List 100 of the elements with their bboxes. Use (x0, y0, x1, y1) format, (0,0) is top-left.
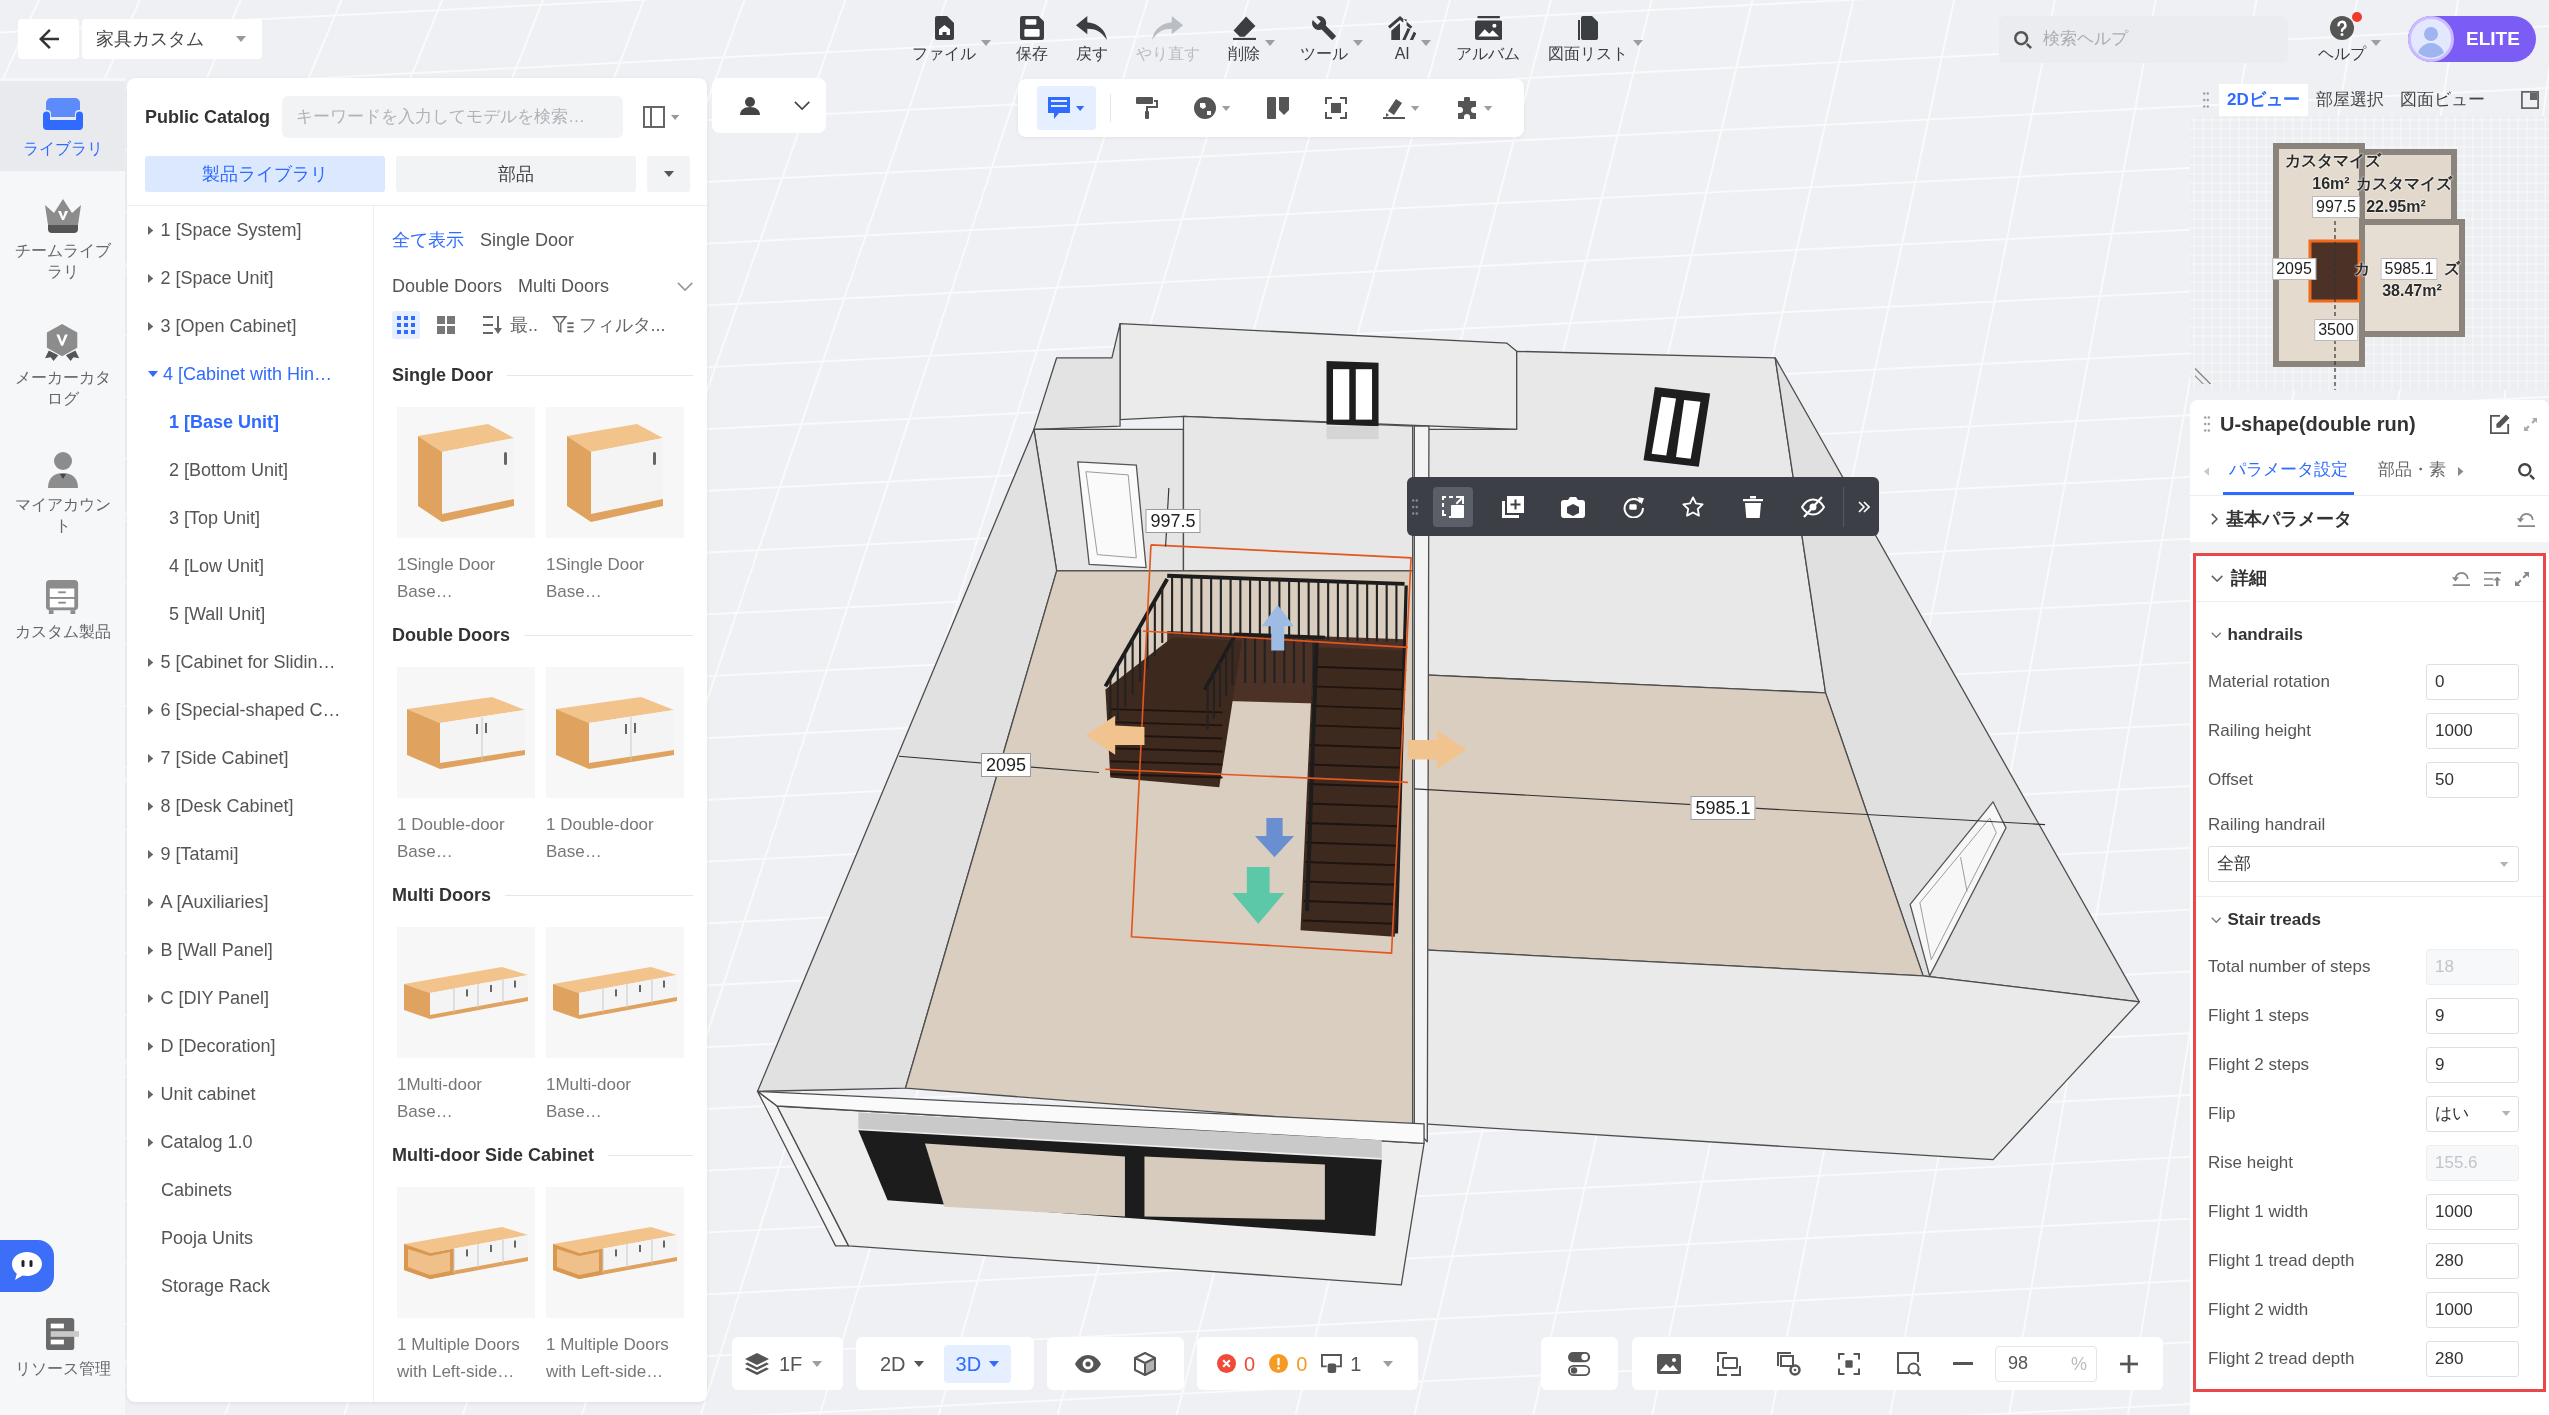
tree-item[interactable]: 1 [Space System] (127, 206, 373, 254)
tree-item[interactable]: Unit cabinet (127, 1070, 373, 1118)
input-field[interactable]: 9 (2426, 1046, 2519, 1083)
move-handle[interactable] (1255, 818, 1294, 858)
tree-item[interactable]: 5 [Wall Unit] (127, 590, 373, 638)
product-thumbnail[interactable] (397, 927, 535, 1058)
tree-item[interactable]: 8 [Desk Cabinet] (127, 782, 373, 830)
reset-button[interactable] (2450, 571, 2470, 586)
section-toggle[interactable]: 詳細 (2211, 565, 2268, 592)
input-field[interactable]: 280 (2426, 1340, 2519, 1377)
sidebar-item[interactable]: ライブラリ (0, 81, 125, 171)
input-field[interactable]: 0 (2426, 663, 2519, 700)
tab[interactable]: 部品 (396, 156, 636, 192)
input-field[interactable]: 1000 (2426, 1193, 2519, 1230)
sort-button[interactable] (2483, 571, 2501, 586)
tree-item[interactable]: 1 [Base Unit] (127, 398, 373, 446)
account-button[interactable]: ELITE (2408, 16, 2536, 62)
toolbar-button[interactable] (1433, 486, 1473, 527)
tree-item[interactable]: Catalog 1.0 (127, 1118, 373, 1166)
product-thumbnail[interactable] (397, 667, 535, 798)
edit-button[interactable] (2490, 414, 2510, 434)
toolbar-button[interactable]: 戻す (1070, 14, 1114, 64)
tree-item[interactable]: 7 [Side Cabinet] (127, 734, 373, 782)
toolbar-button[interactable]: 削除 (1222, 14, 1278, 64)
tab[interactable]: パラメータ設定 (2223, 448, 2355, 495)
tree-item[interactable]: 9 [Tatami] (127, 830, 373, 878)
view-mode-button[interactable] (392, 311, 420, 339)
toolbar-button[interactable]: ツール (1294, 14, 1366, 64)
view-mode-tab[interactable]: 3D (943, 1344, 1012, 1383)
visibility-button[interactable] (1075, 1354, 1101, 1373)
section-toggle[interactable]: 基本パラメータ (2205, 505, 2352, 533)
toolbar-button[interactable]: アルバム (1450, 14, 1527, 64)
move-handle[interactable] (1407, 730, 1467, 770)
product-thumbnail[interactable] (546, 1187, 684, 1318)
floor-selector[interactable]: 1F (732, 1337, 843, 1390)
tree-item[interactable]: 2 [Bottom Unit] (127, 446, 373, 494)
tree-item[interactable]: 4 [Low Unit] (127, 542, 373, 590)
sidebar-item[interactable]: メーカーカタログ (0, 310, 125, 425)
filter-chip[interactable]: Single Door (480, 223, 575, 257)
project-dropdown[interactable]: 家具カスタム (82, 19, 262, 59)
tree-item[interactable]: 3 [Top Unit] (127, 494, 373, 542)
product-thumbnail[interactable] (546, 667, 684, 798)
issue-button[interactable]: 1 (1321, 1348, 1362, 1379)
move-handle[interactable] (1085, 715, 1145, 755)
panel-toggle-button[interactable] (2521, 91, 2539, 109)
sidebar-item[interactable]: リソース管理 (0, 1318, 125, 1379)
tab[interactable]: 2Dビュー (2219, 84, 2308, 116)
model-view-button[interactable] (1134, 1351, 1156, 1376)
tab[interactable]: 製品ライブラリ (145, 156, 385, 192)
tree-item[interactable]: D [Decoration] (127, 1022, 373, 1070)
search-field[interactable]: 検索ヘルプ (1999, 15, 2288, 63)
layout-button[interactable] (643, 106, 680, 128)
fullscreen-button[interactable] (2515, 571, 2529, 586)
toolbar-button[interactable]: ファイル (906, 14, 994, 64)
tree-item[interactable]: 3 [Open Cabinet] (127, 302, 373, 350)
reset-button[interactable] (2515, 511, 2535, 527)
toolbar-button[interactable]: AI (1382, 14, 1435, 64)
input-field[interactable]: 9 (2426, 997, 2519, 1034)
sidebar-item[interactable]: マイアカウント (0, 437, 125, 552)
input-field[interactable]: 1000 (2426, 1291, 2519, 1328)
toolbar-button[interactable]: 保存 (1010, 14, 1054, 64)
dropdown-field[interactable]: 全部 (2208, 846, 2519, 882)
product-thumbnail[interactable] (397, 1187, 535, 1318)
product-thumbnail[interactable] (546, 927, 684, 1058)
tree-item[interactable]: Cabinets (127, 1166, 373, 1214)
issue-button[interactable]: 0 (1217, 1348, 1256, 1379)
view-mode-tab[interactable]: 2D (868, 1344, 936, 1383)
tree-item[interactable]: 4 [Cabinet with Hin… (127, 350, 373, 398)
tree-item[interactable]: B [Wall Panel] (127, 926, 373, 974)
filter-chip[interactable]: Multi Doors (518, 269, 610, 303)
help-button[interactable]: ヘルプ (2312, 14, 2384, 64)
back-button[interactable] (18, 19, 79, 59)
sidebar-item[interactable]: カスタム製品 (0, 564, 125, 679)
search-field[interactable]: キーワードを入力してモデルを検索… (282, 96, 623, 138)
chat-button[interactable] (0, 1240, 54, 1292)
layer-toggle-button[interactable] (1541, 1337, 1618, 1390)
section-toggle[interactable]: Stair treads (2196, 898, 2322, 942)
tree-item[interactable]: 6 [Special-shaped C… (127, 686, 373, 734)
dropdown-field[interactable]: はい (2426, 1095, 2519, 1132)
toolbar-button[interactable]: 図面リスト (1542, 14, 1647, 64)
filter-button[interactable]: フィルタ... (552, 311, 666, 339)
product-thumbnail[interactable] (397, 407, 535, 538)
move-handle[interactable] (1261, 605, 1294, 651)
tree-item[interactable]: 2 [Space Unit] (127, 254, 373, 302)
resize-handle-icon[interactable] (2195, 368, 2211, 384)
tab[interactable]: 図面ビュー (2391, 84, 2493, 116)
input-field[interactable]: 280 (2426, 1242, 2519, 1279)
tab[interactable]: 部屋選択 (2307, 84, 2392, 116)
input-field[interactable]: 1000 (2426, 712, 2519, 749)
filter-chip[interactable]: Double Doors (392, 269, 503, 303)
tab[interactable]: 部品・素 (2372, 448, 2453, 495)
section-toggle[interactable]: handrails (2196, 613, 2304, 657)
tree-item[interactable]: A [Auxiliaries] (127, 878, 373, 926)
tree-item[interactable]: Storage Rack (127, 1262, 373, 1310)
product-thumbnail[interactable] (546, 407, 684, 538)
input-field[interactable]: 50 (2426, 761, 2519, 798)
tree-item[interactable]: C [DIY Panel] (127, 974, 373, 1022)
filter-chip[interactable]: 全て表示 (392, 223, 464, 257)
move-handle[interactable] (1232, 866, 1285, 924)
sidebar-item[interactable]: チームライブラリ (0, 183, 125, 298)
